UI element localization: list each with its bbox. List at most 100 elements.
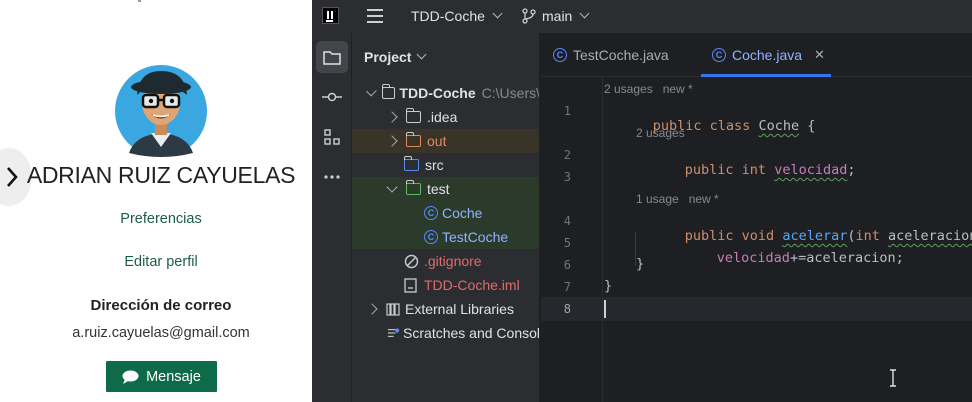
line-number: 4 [563,214,571,228]
tree-item-label: test [427,181,450,197]
tree-item-out[interactable]: out [352,129,539,153]
tree-item-external-libraries[interactable]: External Libraries [352,297,539,321]
tree-item-label: Scratches and Consol [403,325,540,341]
library-icon [386,303,400,316]
source-folder-icon [403,156,419,171]
email-label: Dirección de correo [90,297,232,314]
line-number: 8 [563,302,571,316]
folder-icon [323,50,341,65]
tree-item-label: Coche [442,205,483,221]
line-number: 2 [563,148,571,162]
folder-icon [405,132,421,147]
class-icon: C [424,206,438,220]
commit-tool-button[interactable] [316,81,348,113]
tab-label: Coche.java [732,47,803,63]
tab-label: TestCoche.java [573,47,669,63]
email-value: a.ruiz.cayuelas@gmail.com [72,325,250,341]
tree-item-label: TDD-Coche.iml [424,277,520,293]
code-editor[interactable]: 1 2 3 4 5 6 7 8 2 usages new * public cl… [541,77,972,402]
tab-testcoche[interactable]: C TestCoche.java [553,33,669,77]
tree-item-idea[interactable]: .idea [352,105,539,129]
class-icon: C [424,230,438,244]
text-caret [604,300,606,318]
intellij-logo-icon [322,7,339,24]
title-bar: TDD-Coche main [312,0,972,33]
message-button-label: Mensaje [146,368,201,385]
tree-item-label: TestCoche [442,229,509,245]
line-number: 6 [563,258,571,272]
scratches-icon [387,328,400,337]
tree-item-src[interactable]: src [352,153,539,177]
tree-item-label: TDD-Coche [399,85,476,101]
branch-selector[interactable]: main [522,8,590,24]
text-cursor-icon [890,369,896,387]
folder-icon [405,108,421,123]
tree-item-test[interactable]: test [352,177,539,201]
message-button[interactable]: Mensaje [106,361,217,392]
divider [138,0,141,2]
gitignore-icon [404,254,419,268]
preferences-link[interactable]: Preferencias [0,211,322,227]
tree-item-label: .gitignore [424,253,482,269]
code-line-2: public int velocidad; [684,162,856,178]
structure-icon [324,129,340,145]
module-folder-icon [382,84,395,99]
tree-item-scratches[interactable]: Scratches and Consol [352,321,540,345]
project-panel: Project TDD-Coche C:\Users\ .idea out sr… [352,33,540,402]
chevron-down-icon [492,8,503,19]
avatar [115,65,207,157]
chevron-down-icon[interactable] [366,85,377,97]
chevron-down-icon [579,8,590,19]
line-number: 5 [563,236,571,250]
tree-item-iml[interactable]: TDD-Coche.iml [352,273,539,297]
project-panel-header[interactable]: Project [364,49,427,65]
more-tools-button[interactable] [316,161,348,193]
structure-tool-button[interactable] [316,121,348,153]
line-number: 7 [563,280,571,294]
chevron-right-icon[interactable] [386,135,398,147]
line-number: 1 [563,104,571,118]
tree-item-label: out [427,133,447,149]
code-line-6: } [636,256,645,272]
tree-item-coche[interactable]: C Coche [352,201,539,225]
tree-item-label: src [425,157,444,173]
chevron-right-icon[interactable] [366,303,378,315]
chevron-down-icon[interactable] [386,181,398,193]
tree-item-testcoche[interactable]: C TestCoche [352,225,539,249]
class-icon: C [553,48,567,62]
project-name: TDD-Coche [411,8,485,24]
main-menu-icon[interactable] [367,9,383,23]
editor-tab-bar: C TestCoche.java C Coche.java ✕ [541,33,972,77]
edit-profile-link[interactable]: Editar perfil [0,254,322,270]
project-tool-button[interactable] [316,41,348,73]
tree-item-label: .idea [427,109,458,125]
usages-hint[interactable]: 1 usage new * [636,192,719,206]
tab-coche[interactable]: C Coche.java ✕ [712,33,825,77]
git-branch-icon [522,8,536,24]
more-icon [324,175,340,179]
tree-item-gitignore[interactable]: .gitignore [352,249,539,273]
chevron-down-icon [417,49,427,60]
profile-name: ADRIAN RUIZ CAYUELAS [26,162,296,188]
chat-bubble-icon [122,370,139,384]
ide-window: TDD-Coche main Project TDD-Coche C:\User… [312,0,972,402]
tree-item-root[interactable]: TDD-Coche C:\Users\ [352,81,540,105]
profile-panel: ADRIAN RUIZ CAYUELAS Preferencias Editar… [0,0,312,402]
close-icon[interactable]: ✕ [814,47,825,63]
chevron-right-icon[interactable] [386,111,398,123]
code-line-7: } [604,278,613,294]
branch-name: main [542,8,573,24]
file-icon [404,277,417,293]
tool-window-strip [312,33,352,402]
usages-hint[interactable]: 2 usages [636,126,685,140]
tree-item-label: External Libraries [405,301,514,317]
panel-title: Project [364,49,412,65]
class-icon: C [712,48,726,62]
test-folder-icon [405,180,421,195]
tree-item-path: C:\Users\ [481,85,540,101]
commit-icon [322,92,342,102]
code-line-5: velocidad+=aceleracion; [716,250,904,266]
line-number: 3 [563,170,571,184]
project-selector[interactable]: TDD-Coche [411,8,503,24]
usages-hint[interactable]: 2 usages new * [604,82,693,96]
